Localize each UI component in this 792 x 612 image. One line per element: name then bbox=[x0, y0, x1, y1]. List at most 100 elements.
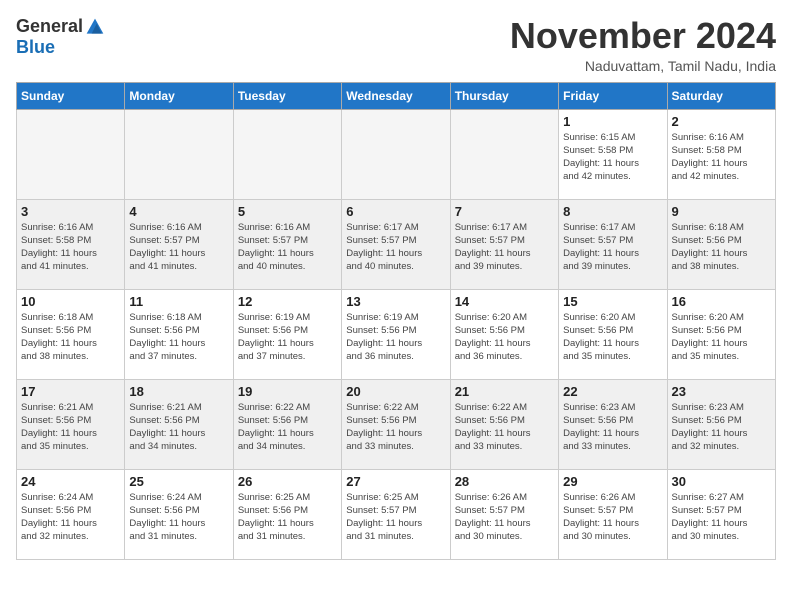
logo-general-text: General bbox=[16, 16, 83, 37]
day-info: Sunrise: 6:18 AM Sunset: 5:56 PM Dayligh… bbox=[129, 311, 228, 364]
day-number: 17 bbox=[21, 384, 120, 399]
day-info: Sunrise: 6:17 AM Sunset: 5:57 PM Dayligh… bbox=[563, 221, 662, 274]
calendar-cell: 18Sunrise: 6:21 AM Sunset: 5:56 PM Dayli… bbox=[125, 379, 233, 469]
day-info: Sunrise: 6:16 AM Sunset: 5:57 PM Dayligh… bbox=[129, 221, 228, 274]
day-number: 16 bbox=[672, 294, 771, 309]
day-number: 24 bbox=[21, 474, 120, 489]
logo-icon bbox=[85, 17, 105, 37]
day-number: 15 bbox=[563, 294, 662, 309]
day-info: Sunrise: 6:17 AM Sunset: 5:57 PM Dayligh… bbox=[455, 221, 554, 274]
day-number: 27 bbox=[346, 474, 445, 489]
calendar-cell: 13 Sunrise: 6:19 AM Sunset: 5:56 PM Dayli… bbox=[342, 289, 450, 379]
day-info: Sunrise: 6:26 AM Sunset: 5:57 PM Dayligh… bbox=[563, 491, 662, 544]
day-number: 11 bbox=[129, 294, 228, 309]
title-area: November 2024 Naduvattam, Tamil Nadu, In… bbox=[510, 16, 776, 74]
calendar-cell bbox=[17, 109, 125, 199]
calendar-cell: 27Sunrise: 6:25 AM Sunset: 5:57 PM Dayli… bbox=[342, 469, 450, 559]
day-info: Sunrise: 6:21 AM Sunset: 5:56 PM Dayligh… bbox=[21, 401, 120, 454]
day-info: Sunrise: 6:18 AM Sunset: 5:56 PM Dayligh… bbox=[21, 311, 120, 364]
weekday-header-friday: Friday bbox=[559, 82, 667, 109]
weekday-header-wednesday: Wednesday bbox=[342, 82, 450, 109]
day-number: 25 bbox=[129, 474, 228, 489]
calendar-cell: 5 Sunrise: 6:16 AM Sunset: 5:57 PM Daylig… bbox=[233, 199, 341, 289]
day-number: 29 bbox=[563, 474, 662, 489]
calendar-cell bbox=[450, 109, 558, 199]
day-number: 2 bbox=[672, 114, 771, 129]
day-number: 28 bbox=[455, 474, 554, 489]
calendar-cell: 28 Sunrise: 6:26 AM Sunset: 5:57 PM Dayli… bbox=[450, 469, 558, 559]
day-number: 1 bbox=[563, 114, 662, 129]
calendar-cell: 26Sunrise: 6:25 AM Sunset: 5:56 PM Dayli… bbox=[233, 469, 341, 559]
day-number: 13 bbox=[346, 294, 445, 309]
day-number: 10 bbox=[21, 294, 120, 309]
month-title: November 2024 bbox=[510, 16, 776, 56]
day-info: Sunrise: 6:22 AM Sunset: 5:56 PM Dayligh… bbox=[346, 401, 445, 454]
header: General Blue November 2024 Naduvattam, T… bbox=[16, 16, 776, 74]
weekday-header-thursday: Thursday bbox=[450, 82, 558, 109]
calendar-cell: 3Sunrise: 6:16 AM Sunset: 5:58 PM Daylig… bbox=[17, 199, 125, 289]
calendar-cell: 4 Sunrise: 6:16 AM Sunset: 5:57 PM Daylig… bbox=[125, 199, 233, 289]
day-number: 12 bbox=[238, 294, 337, 309]
calendar-cell: 6Sunrise: 6:17 AM Sunset: 5:57 PM Daylig… bbox=[342, 199, 450, 289]
day-number: 18 bbox=[129, 384, 228, 399]
calendar-table: SundayMondayTuesdayWednesdayThursdayFrid… bbox=[16, 82, 776, 560]
calendar-week-row: 3Sunrise: 6:16 AM Sunset: 5:58 PM Daylig… bbox=[17, 199, 776, 289]
calendar-cell: 8 Sunrise: 6:17 AM Sunset: 5:57 PM Daylig… bbox=[559, 199, 667, 289]
calendar-cell: 24 Sunrise: 6:24 AM Sunset: 5:56 PM Dayli… bbox=[17, 469, 125, 559]
weekday-header-saturday: Saturday bbox=[667, 82, 775, 109]
calendar-cell: 19 Sunrise: 6:22 AM Sunset: 5:56 PM Dayli… bbox=[233, 379, 341, 469]
calendar-cell: 25Sunrise: 6:24 AM Sunset: 5:56 PM Dayli… bbox=[125, 469, 233, 559]
day-info: Sunrise: 6:27 AM Sunset: 5:57 PM Dayligh… bbox=[672, 491, 771, 544]
calendar-cell: 21 Sunrise: 6:22 AM Sunset: 5:56 PM Dayli… bbox=[450, 379, 558, 469]
day-number: 22 bbox=[563, 384, 662, 399]
day-info: Sunrise: 6:24 AM Sunset: 5:56 PM Dayligh… bbox=[21, 491, 120, 544]
day-info: Sunrise: 6:20 AM Sunset: 5:56 PM Dayligh… bbox=[455, 311, 554, 364]
day-number: 19 bbox=[238, 384, 337, 399]
calendar-cell bbox=[125, 109, 233, 199]
day-info: Sunrise: 6:25 AM Sunset: 5:56 PM Dayligh… bbox=[238, 491, 337, 544]
calendar-cell: 12 Sunrise: 6:19 AM Sunset: 5:56 PM Dayli… bbox=[233, 289, 341, 379]
calendar-cell: 20 Sunrise: 6:22 AM Sunset: 5:56 PM Dayli… bbox=[342, 379, 450, 469]
day-number: 8 bbox=[563, 204, 662, 219]
calendar-cell: 15 Sunrise: 6:20 AM Sunset: 5:56 PM Dayli… bbox=[559, 289, 667, 379]
day-info: Sunrise: 6:20 AM Sunset: 5:56 PM Dayligh… bbox=[563, 311, 662, 364]
calendar-cell: 14Sunrise: 6:20 AM Sunset: 5:56 PM Dayli… bbox=[450, 289, 558, 379]
day-info: Sunrise: 6:20 AM Sunset: 5:56 PM Dayligh… bbox=[672, 311, 771, 364]
day-info: Sunrise: 6:17 AM Sunset: 5:57 PM Dayligh… bbox=[346, 221, 445, 274]
calendar-cell bbox=[342, 109, 450, 199]
calendar-cell: 16 Sunrise: 6:20 AM Sunset: 5:56 PM Dayli… bbox=[667, 289, 775, 379]
calendar-cell: 17 Sunrise: 6:21 AM Sunset: 5:56 PM Dayli… bbox=[17, 379, 125, 469]
calendar-cell: 11 Sunrise: 6:18 AM Sunset: 5:56 PM Dayli… bbox=[125, 289, 233, 379]
day-number: 21 bbox=[455, 384, 554, 399]
day-info: Sunrise: 6:19 AM Sunset: 5:56 PM Dayligh… bbox=[346, 311, 445, 364]
day-number: 9 bbox=[672, 204, 771, 219]
day-info: Sunrise: 6:22 AM Sunset: 5:56 PM Dayligh… bbox=[455, 401, 554, 454]
calendar-week-row: 1 Sunrise: 6:15 AM Sunset: 5:58 PM Daylig… bbox=[17, 109, 776, 199]
day-number: 23 bbox=[672, 384, 771, 399]
day-number: 4 bbox=[129, 204, 228, 219]
day-info: Sunrise: 6:16 AM Sunset: 5:58 PM Dayligh… bbox=[672, 131, 771, 184]
day-info: Sunrise: 6:22 AM Sunset: 5:56 PM Dayligh… bbox=[238, 401, 337, 454]
calendar-cell bbox=[233, 109, 341, 199]
day-info: Sunrise: 6:23 AM Sunset: 5:56 PM Dayligh… bbox=[672, 401, 771, 454]
day-info: Sunrise: 6:16 AM Sunset: 5:58 PM Dayligh… bbox=[21, 221, 120, 274]
day-info: Sunrise: 6:19 AM Sunset: 5:56 PM Dayligh… bbox=[238, 311, 337, 364]
day-info: Sunrise: 6:16 AM Sunset: 5:57 PM Dayligh… bbox=[238, 221, 337, 274]
day-info: Sunrise: 6:26 AM Sunset: 5:57 PM Dayligh… bbox=[455, 491, 554, 544]
day-number: 7 bbox=[455, 204, 554, 219]
calendar-cell: 10 Sunrise: 6:18 AM Sunset: 5:56 PM Dayli… bbox=[17, 289, 125, 379]
day-info: Sunrise: 6:15 AM Sunset: 5:58 PM Dayligh… bbox=[563, 131, 662, 184]
day-number: 20 bbox=[346, 384, 445, 399]
calendar-cell: 30Sunrise: 6:27 AM Sunset: 5:57 PM Dayli… bbox=[667, 469, 775, 559]
location-subtitle: Naduvattam, Tamil Nadu, India bbox=[510, 58, 776, 74]
calendar-cell: 2 Sunrise: 6:16 AM Sunset: 5:58 PM Daylig… bbox=[667, 109, 775, 199]
day-info: Sunrise: 6:18 AM Sunset: 5:56 PM Dayligh… bbox=[672, 221, 771, 274]
weekday-header-tuesday: Tuesday bbox=[233, 82, 341, 109]
day-number: 5 bbox=[238, 204, 337, 219]
calendar-week-row: 10 Sunrise: 6:18 AM Sunset: 5:56 PM Dayli… bbox=[17, 289, 776, 379]
logo: General Blue bbox=[16, 16, 105, 58]
day-info: Sunrise: 6:23 AM Sunset: 5:56 PM Dayligh… bbox=[563, 401, 662, 454]
calendar-cell: 22 Sunrise: 6:23 AM Sunset: 5:56 PM Dayli… bbox=[559, 379, 667, 469]
calendar-cell: 23 Sunrise: 6:23 AM Sunset: 5:56 PM Dayli… bbox=[667, 379, 775, 469]
calendar-cell: 9 Sunrise: 6:18 AM Sunset: 5:56 PM Daylig… bbox=[667, 199, 775, 289]
